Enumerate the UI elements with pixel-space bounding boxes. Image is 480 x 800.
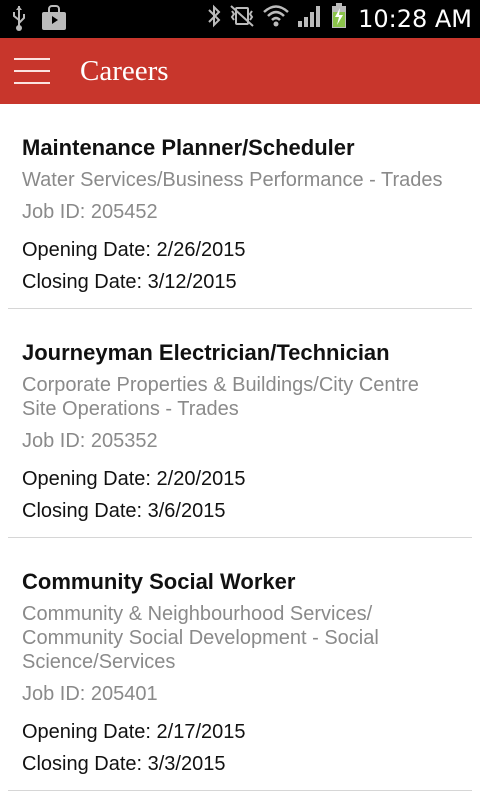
bluetooth-icon: [206, 3, 222, 34]
job-department: Water Services/Business Performance - Tr…: [22, 169, 443, 191]
signal-icon: [296, 3, 324, 34]
job-title: Maintenance Planner/Scheduler: [22, 135, 355, 160]
list-item[interactable]: Community Social Worker Community & Neig…: [8, 538, 472, 791]
job-id: Job ID: 205452: [22, 201, 158, 223]
vibrate-muted-icon: [228, 3, 256, 34]
job-department: Community & Neighbourhood Services/ Comm…: [22, 603, 379, 673]
closing-date: Closing Date: 3/3/2015: [22, 753, 226, 775]
opening-date: Opening Date: 2/20/2015: [22, 468, 246, 490]
job-id: Job ID: 205352: [22, 430, 158, 452]
hamburger-menu-icon[interactable]: [14, 38, 70, 104]
shopping-bag-icon: [40, 5, 68, 36]
wifi-icon: [262, 3, 290, 34]
clock: 10:28 AM: [358, 4, 472, 33]
app-bar: Careers: [0, 38, 480, 104]
opening-date: Opening Date: 2/17/2015: [22, 721, 246, 743]
job-id: Job ID: 205401: [22, 683, 158, 705]
list-item[interactable]: Maintenance Planner/Scheduler Water Serv…: [8, 104, 472, 309]
closing-date: Closing Date: 3/12/2015: [22, 271, 237, 293]
battery-charging-icon: [330, 2, 348, 35]
closing-date: Closing Date: 3/6/2015: [22, 500, 226, 522]
job-list: Maintenance Planner/Scheduler Water Serv…: [0, 104, 480, 791]
job-title: Journeyman Electrician/Technician: [22, 340, 390, 365]
job-department: Corporate Properties & Buildings/City Ce…: [22, 374, 419, 420]
job-title: Community Social Worker: [22, 569, 296, 594]
opening-date: Opening Date: 2/26/2015: [22, 239, 246, 261]
usb-icon: [10, 4, 28, 37]
list-item[interactable]: Journeyman Electrician/Technician Corpor…: [8, 309, 472, 538]
status-bar: 10:28 AM: [0, 0, 480, 38]
page-title: Careers: [80, 54, 169, 87]
